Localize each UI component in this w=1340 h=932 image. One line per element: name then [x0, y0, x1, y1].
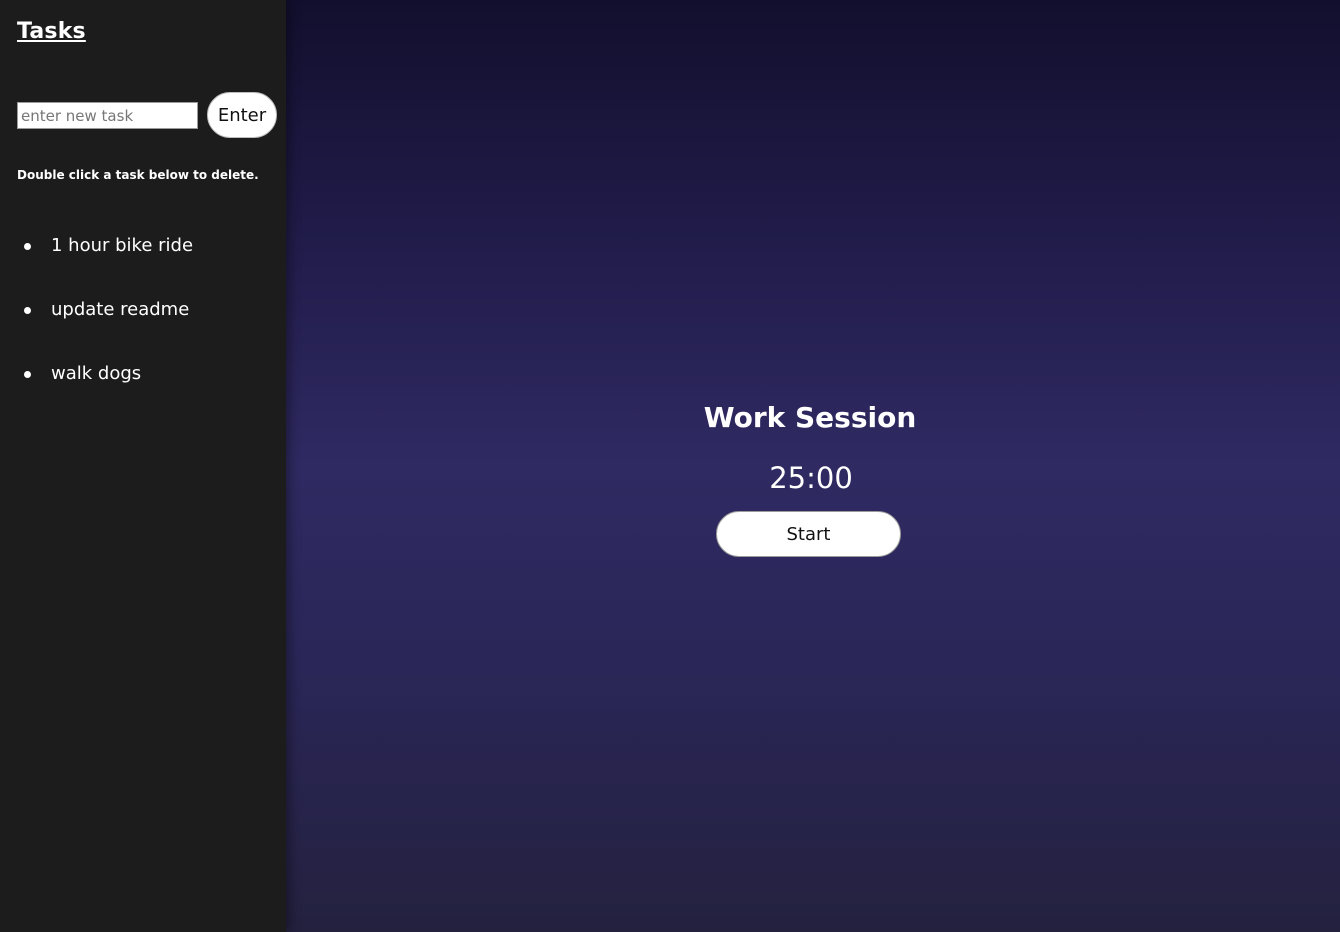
- new-task-input[interactable]: [17, 102, 198, 129]
- tasks-sidebar: Tasks Enter Double click a task below to…: [0, 0, 286, 932]
- enter-button[interactable]: Enter: [207, 92, 277, 138]
- timer-panel: Work Session 25:00 Start: [286, 0, 1340, 932]
- task-item[interactable]: 1 hour bike ride: [17, 232, 272, 296]
- sidebar-title: Tasks: [17, 19, 86, 44]
- task-label: update readme: [51, 299, 190, 320]
- delete-hint: Double click a task below to delete.: [17, 168, 259, 182]
- task-label: 1 hour bike ride: [51, 235, 194, 256]
- bullet-dot-icon: [24, 371, 31, 378]
- task-item[interactable]: update readme: [17, 296, 272, 360]
- task-label: walk dogs: [51, 363, 142, 384]
- bullet-dot-icon: [24, 243, 31, 250]
- task-item[interactable]: walk dogs: [17, 360, 272, 424]
- session-title: Work Session: [703, 401, 917, 434]
- timer-display: 25:00: [769, 461, 853, 495]
- task-list: 1 hour bike ride update readme walk dogs: [17, 232, 272, 424]
- start-button[interactable]: Start: [716, 511, 901, 557]
- bullet-dot-icon: [24, 307, 31, 314]
